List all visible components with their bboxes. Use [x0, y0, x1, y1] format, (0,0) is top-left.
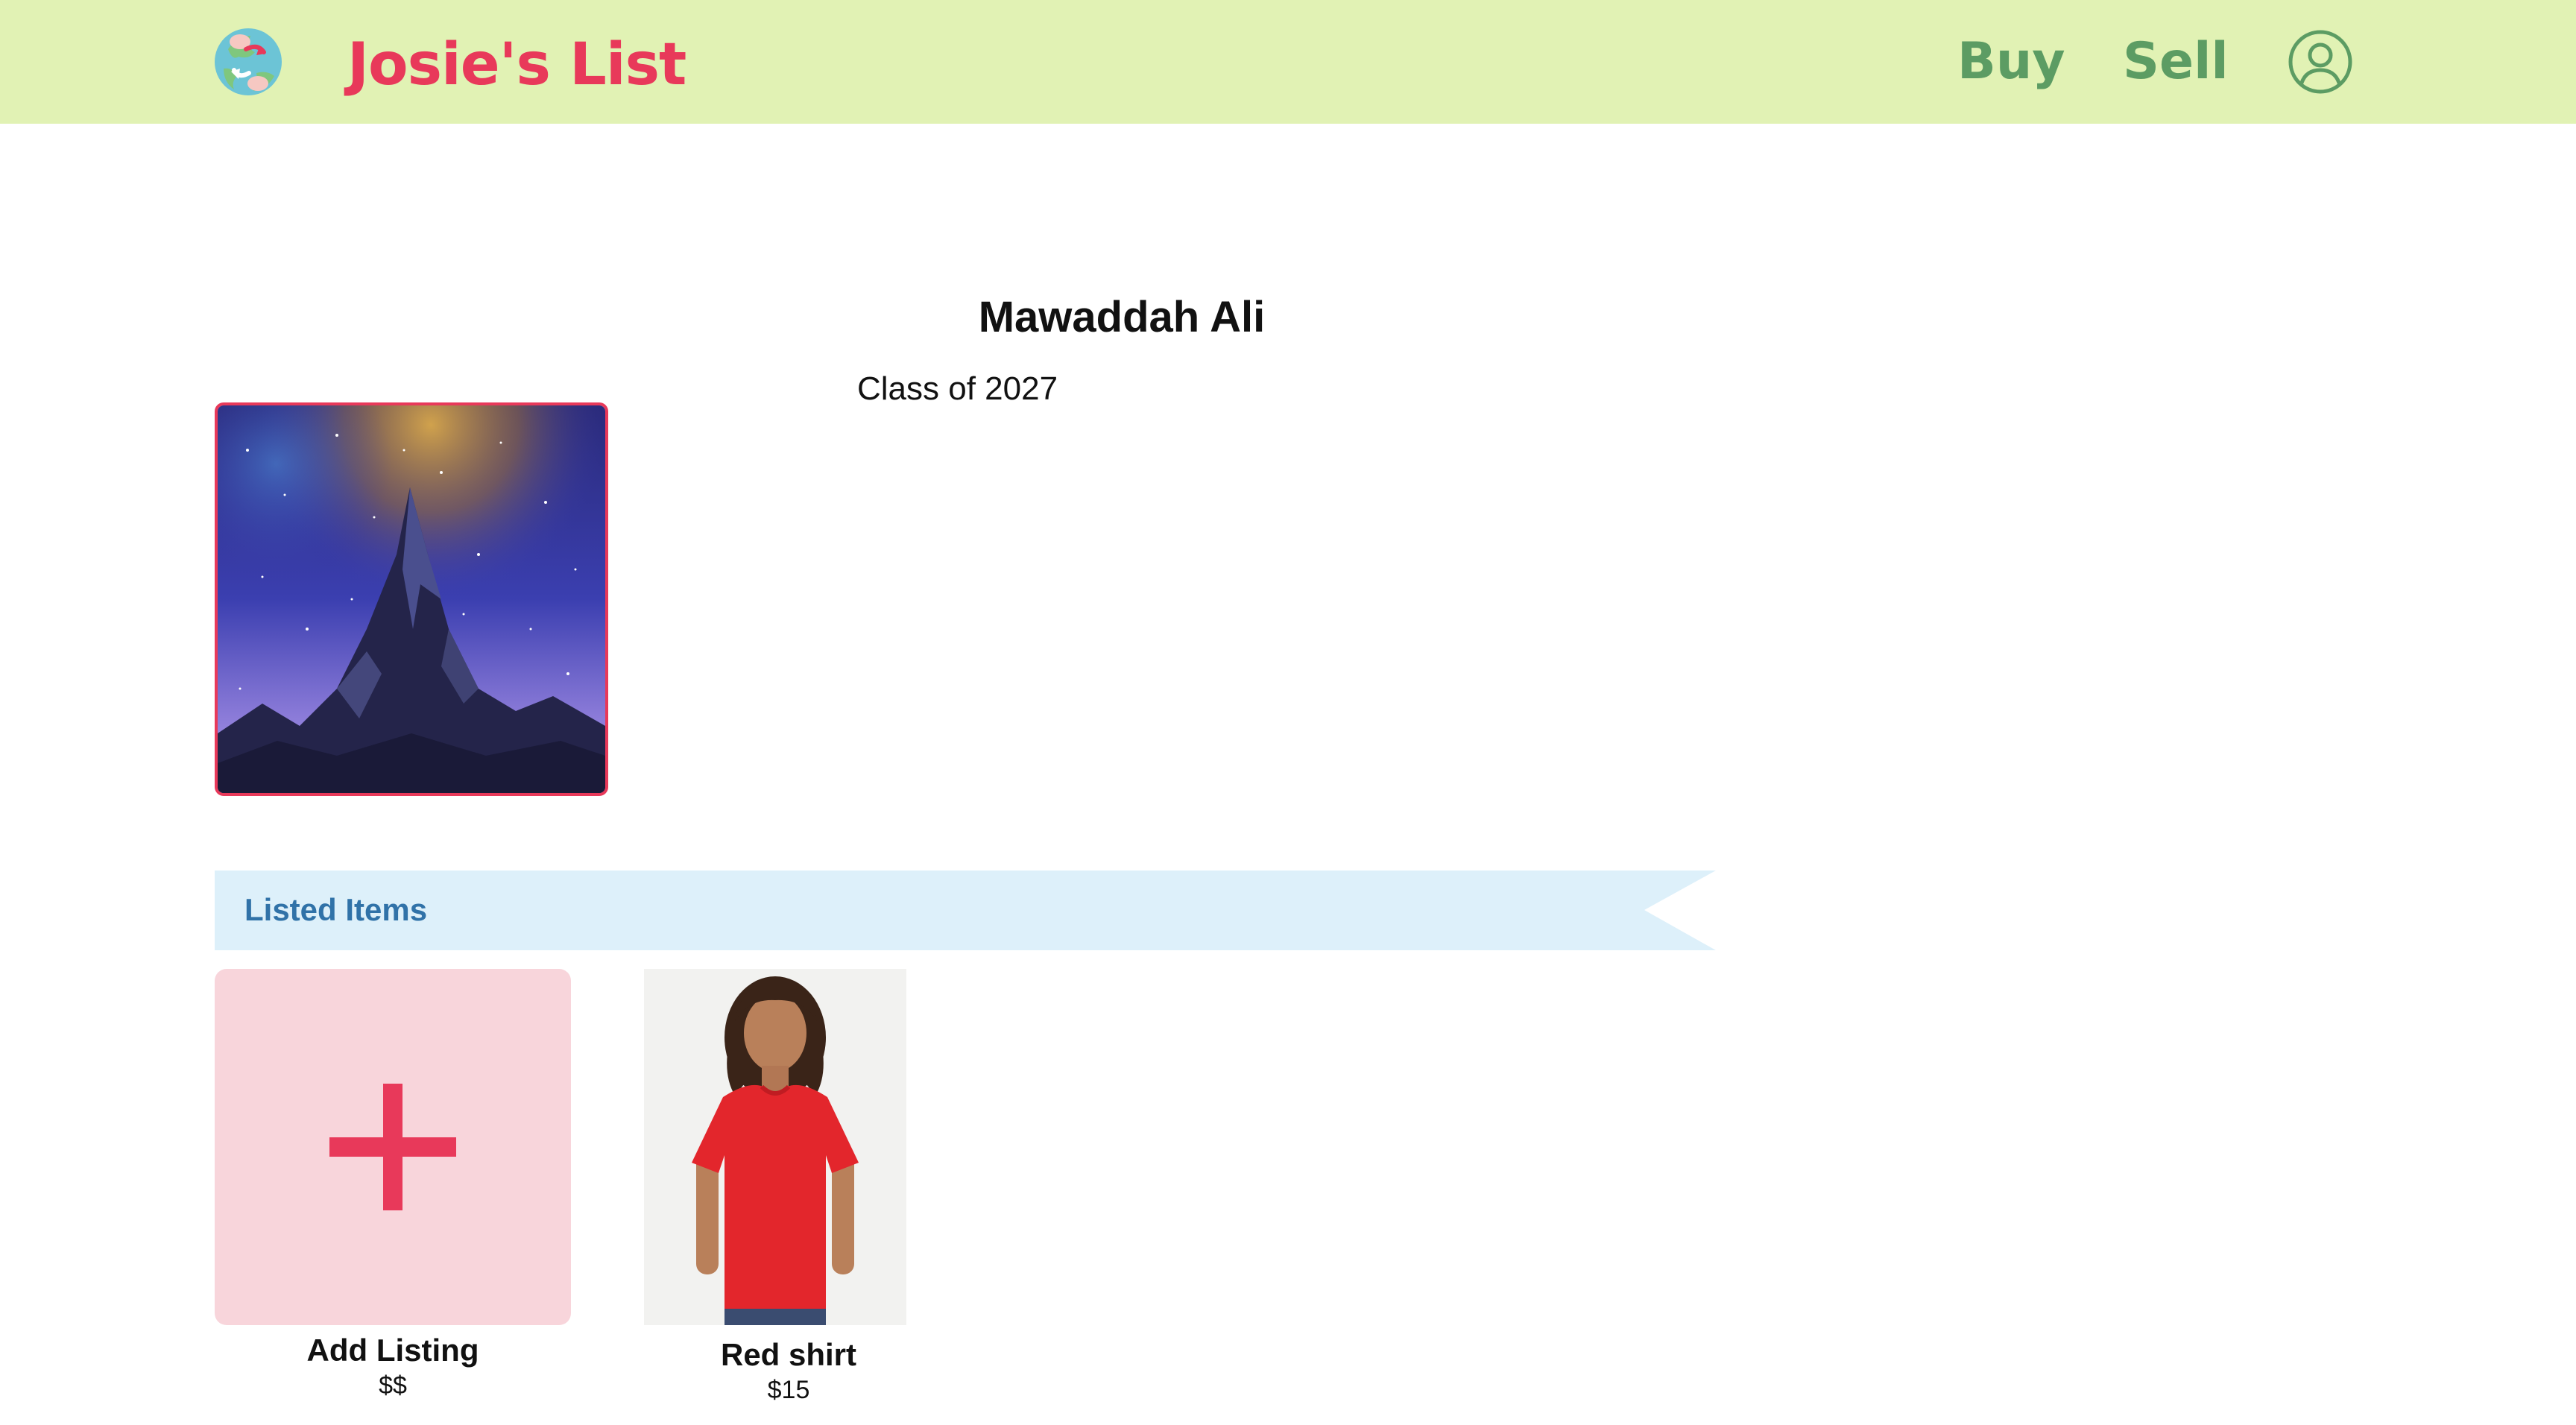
globe-recycle-icon[interactable] [213, 27, 283, 97]
listed-items-title: Listed Items [244, 892, 428, 927]
profile-name: Mawaddah Ali [978, 293, 1266, 341]
plus-icon [329, 1084, 456, 1210]
brand-title[interactable]: Josie's List [347, 30, 686, 100]
nav-buy-link[interactable]: Buy [1957, 28, 2065, 95]
top-navbar: Josie's List Buy Sell [0, 0, 2576, 124]
profile-photo [215, 402, 608, 796]
user-circle-icon[interactable] [2287, 28, 2354, 95]
item-thumbnail-red-shirt[interactable] [644, 969, 906, 1325]
item-price: $15 [767, 1376, 810, 1404]
item-title[interactable]: Red shirt [644, 1336, 933, 1374]
nav-sell-link[interactable]: Sell [2123, 28, 2229, 95]
add-listing-price: $$ [379, 1371, 407, 1400]
add-listing-label[interactable]: Add Listing [215, 1331, 571, 1370]
profile-class-year: Class of 2027 [857, 370, 1058, 407]
listed-items-banner: Listed Items [215, 871, 1716, 950]
add-listing-button[interactable] [215, 969, 571, 1325]
